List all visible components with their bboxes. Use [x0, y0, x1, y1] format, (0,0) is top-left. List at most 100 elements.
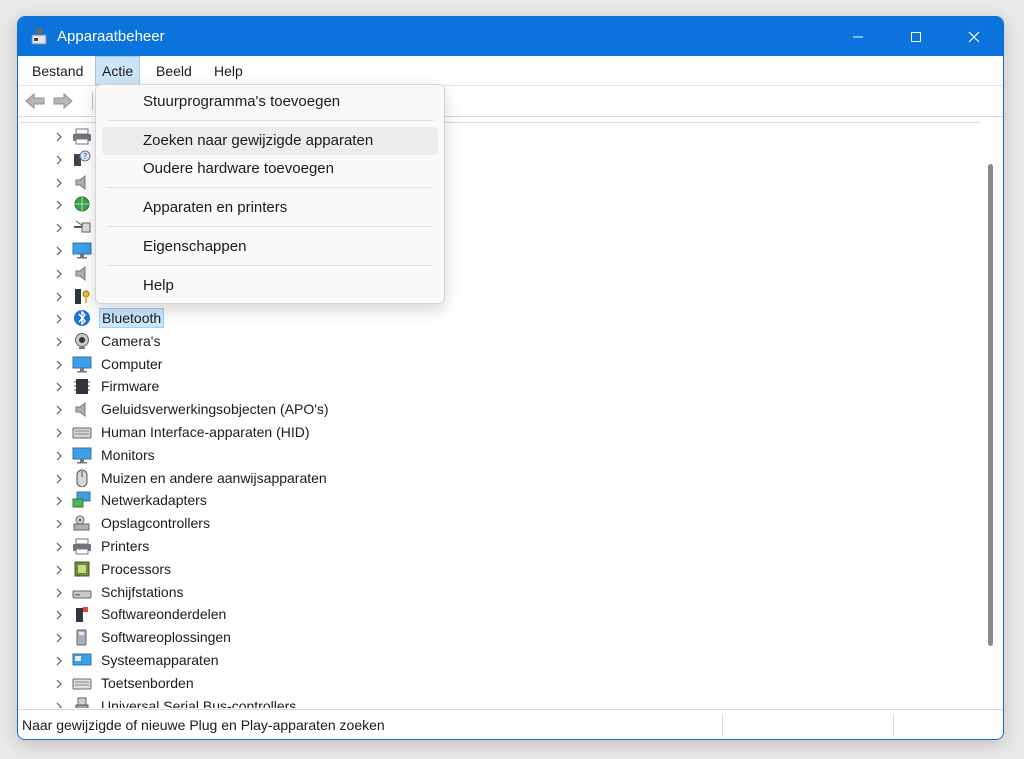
- tree-row[interactable]: Softwareonderdelen: [20, 603, 980, 625]
- tree-row-label: Systeemapparaten: [101, 652, 219, 668]
- chevron-right-icon[interactable]: [54, 608, 64, 620]
- tree-row-label: Monitors: [101, 446, 155, 463]
- chevron-right-icon[interactable]: [54, 563, 64, 575]
- webcam-icon: [72, 332, 92, 350]
- tree-row[interactable]: Computer: [20, 353, 980, 375]
- chevron-right-icon[interactable]: [54, 631, 64, 643]
- tree-row-label: Computer: [101, 355, 163, 372]
- printer-icon: [72, 537, 92, 555]
- chevron-right-icon[interactable]: [54, 130, 64, 142]
- tree-row-label: Geluidsverwerkingsobjecten (APO's): [101, 401, 329, 418]
- tree-row[interactable]: Schijfstations: [20, 581, 980, 603]
- status-text: Naar gewijzigde of nieuwe Plug en Play-a…: [22, 717, 385, 733]
- chevron-right-icon[interactable]: [54, 221, 64, 233]
- tree-row[interactable]: Softwareoplossingen: [20, 626, 980, 648]
- tree-row[interactable]: Human Interface-apparaten (HID): [20, 421, 980, 443]
- monitor-icon: [72, 446, 92, 464]
- chevron-right-icon[interactable]: [54, 654, 64, 666]
- chevron-right-icon[interactable]: [54, 586, 64, 598]
- menu-item-add-legacy-hardware[interactable]: Oudere hardware toevoegen: [102, 155, 438, 183]
- chevron-right-icon[interactable]: [54, 403, 64, 415]
- close-button[interactable]: [945, 17, 1003, 56]
- tree-row[interactable]: Toetsenborden: [20, 672, 980, 694]
- menu-item-devices-printers[interactable]: Apparaten en printers: [102, 194, 438, 222]
- chevron-right-icon[interactable]: [54, 267, 64, 279]
- keyboard-icon: [72, 674, 92, 692]
- tree-row[interactable]: Monitors: [20, 444, 980, 466]
- monitor-icon: [72, 241, 92, 259]
- chevron-right-icon[interactable]: [54, 380, 64, 392]
- chevron-right-icon[interactable]: [54, 198, 64, 210]
- tree-row-label: Softwareoplossingen: [101, 629, 231, 646]
- window-title: Apparaatbeheer: [57, 28, 165, 45]
- chevron-right-icon[interactable]: [54, 472, 64, 484]
- chevron-right-icon[interactable]: [54, 517, 64, 529]
- disk-drive-icon: [72, 583, 92, 601]
- chevron-right-icon[interactable]: [54, 244, 64, 256]
- tree-row[interactable]: Netwerkadapters: [20, 489, 980, 511]
- tree-row-label: Muizen en andere aanwijsapparaten: [101, 469, 327, 486]
- chevron-right-icon[interactable]: [54, 176, 64, 188]
- tree-row-label: Universal Serial Bus-controllers: [101, 697, 297, 708]
- menu-help[interactable]: Help: [208, 56, 249, 85]
- forward-button[interactable]: [52, 91, 74, 111]
- tree-row-label: Printers: [101, 538, 150, 554]
- minimize-button[interactable]: [829, 17, 887, 56]
- title-bar[interactable]: Apparaatbeheer: [18, 17, 1003, 56]
- arrow-right-icon: [53, 92, 73, 110]
- tree-row[interactable]: Camera's: [20, 330, 980, 352]
- tree-row[interactable]: Bluetooth: [20, 307, 980, 329]
- toolbar-separator: [92, 92, 93, 110]
- maximize-button[interactable]: [887, 17, 945, 56]
- chevron-right-icon[interactable]: [54, 426, 64, 438]
- security-key-icon: [72, 287, 92, 305]
- speaker-icon: [72, 264, 92, 282]
- tree-row-label: Opslagcontrollers: [101, 515, 210, 532]
- menu-item-help[interactable]: Help: [102, 272, 438, 300]
- tree-row-label: Softwareonderdelen: [101, 606, 227, 623]
- chevron-right-icon[interactable]: [54, 494, 64, 506]
- tree-row[interactable]: Printers: [20, 535, 980, 557]
- tree-row[interactable]: Muizen en andere aanwijsapparaten: [20, 467, 980, 489]
- tree-row[interactable]: Universal Serial Bus-controllers: [20, 695, 980, 708]
- status-bar: Naar gewijzigde of nieuwe Plug en Play-a…: [18, 709, 1003, 739]
- status-divider: [722, 714, 723, 736]
- menu-item-add-drivers[interactable]: Stuurprogramma's toevoegen: [102, 88, 438, 116]
- chevron-right-icon[interactable]: [54, 677, 64, 689]
- cpu-icon: [72, 560, 92, 578]
- tree-row-label: Bluetooth: [99, 308, 165, 328]
- printer-icon: [72, 127, 92, 145]
- tree-row[interactable]: Opslagcontrollers: [20, 512, 980, 534]
- back-button[interactable]: [24, 91, 46, 111]
- scrollbar-thumb[interactable]: [988, 164, 993, 646]
- storage-controller-icon: [72, 514, 92, 532]
- chevron-right-icon[interactable]: [54, 312, 64, 324]
- chevron-right-icon[interactable]: [54, 358, 64, 370]
- tree-row[interactable]: Geluidsverwerkingsobjecten (APO's): [20, 398, 980, 420]
- tree-row-label: Schijfstations: [101, 583, 184, 600]
- chevron-right-icon[interactable]: [54, 335, 64, 347]
- menu-actie[interactable]: Actie: [95, 56, 141, 85]
- vertical-scrollbar[interactable]: [980, 123, 1000, 707]
- hid-keyboard-icon: [72, 423, 92, 441]
- tree-row[interactable]: Firmware: [20, 375, 980, 397]
- menu-item-properties[interactable]: Eigenschappen: [102, 233, 438, 261]
- tree-row-label: Toetsenborden: [101, 674, 194, 691]
- bluetooth-icon: [72, 309, 92, 327]
- chevron-right-icon[interactable]: [54, 449, 64, 461]
- svg-text:?: ?: [83, 152, 87, 161]
- tree-row-label: Camera's: [101, 332, 161, 349]
- tree-row[interactable]: Systeemapparaten: [20, 649, 980, 671]
- chevron-right-icon[interactable]: [54, 540, 64, 552]
- chevron-right-icon[interactable]: [54, 700, 64, 708]
- chevron-right-icon[interactable]: [54, 153, 64, 165]
- status-divider: [893, 714, 894, 736]
- menu-bestand[interactable]: Bestand: [26, 56, 89, 85]
- speaker-icon: [72, 400, 92, 418]
- tree-row-label: Netwerkadapters: [101, 492, 207, 509]
- system-device-icon: [72, 651, 92, 669]
- menu-beeld[interactable]: Beeld: [150, 56, 198, 85]
- chevron-right-icon[interactable]: [54, 290, 64, 302]
- menu-item-scan-hardware-changes[interactable]: Zoeken naar gewijzigde apparaten: [102, 127, 438, 155]
- tree-row[interactable]: Processors: [20, 558, 980, 580]
